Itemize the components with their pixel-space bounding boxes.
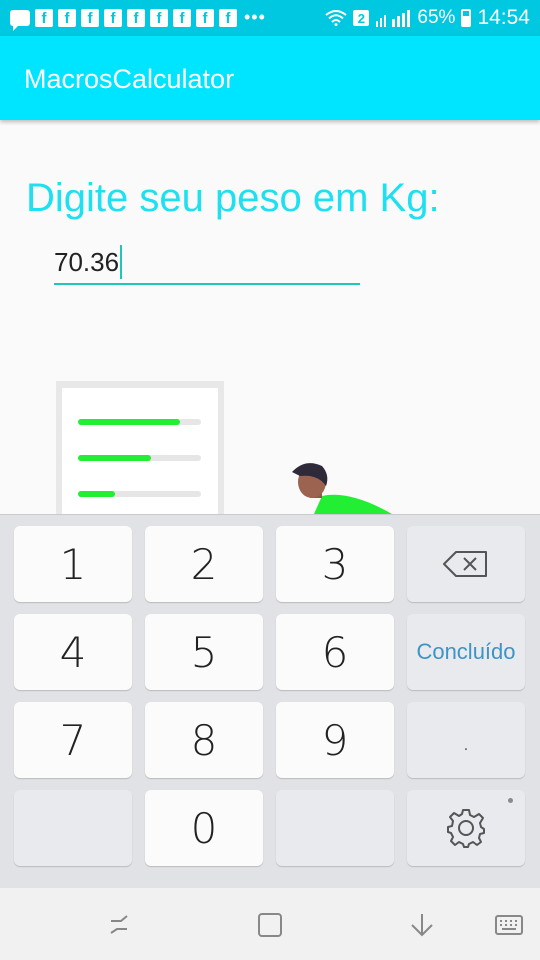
recent-apps-icon[interactable] <box>105 912 135 938</box>
clock: 14:54 <box>477 6 530 29</box>
empty-key-right <box>276 790 394 866</box>
illustration <box>0 300 540 514</box>
system-icons: 2 65% 14:54 <box>325 6 530 30</box>
numeric-keyboard: 1 2 3 4 5 6 Concluído 7 8 9 . 0 <box>0 514 540 889</box>
key-1[interactable]: 1 <box>14 526 132 602</box>
key-2[interactable]: 2 <box>145 526 263 602</box>
key-5[interactable]: 5 <box>145 614 263 690</box>
facebook-icon: f <box>173 8 191 27</box>
weight-prompt-label: Digite seu peso em Kg: <box>26 176 440 220</box>
text-cursor <box>120 245 123 279</box>
battery-percentage: 65% <box>417 7 456 28</box>
decimal-point-key[interactable]: . <box>407 702 525 778</box>
app-bar: MacrosCalculator <box>0 36 540 120</box>
keyboard-settings-key[interactable] <box>407 790 525 866</box>
key-9[interactable]: 9 <box>276 702 394 778</box>
weight-input-value: 70.36 <box>54 247 120 277</box>
sim-icon: 2 <box>353 10 370 26</box>
key-7[interactable]: 7 <box>14 702 132 778</box>
key-3[interactable]: 3 <box>276 526 394 602</box>
done-key[interactable]: Concluído <box>407 614 525 690</box>
navigation-bar <box>0 888 540 960</box>
facebook-icon: f <box>150 8 168 27</box>
facebook-icon: f <box>219 8 237 27</box>
app-title: MacrosCalculator <box>24 64 235 94</box>
status-bar: f f f f f f f f f ••• 2 65% 14:54 <box>0 0 540 36</box>
backspace-key[interactable] <box>407 526 525 602</box>
keyboard-icon[interactable] <box>494 912 524 938</box>
indicator-dot <box>508 798 513 803</box>
facebook-icon: f <box>196 8 214 27</box>
facebook-icon: f <box>58 8 76 27</box>
facebook-icon: f <box>35 8 53 27</box>
back-icon[interactable] <box>407 912 437 938</box>
facebook-icon: f <box>127 8 145 27</box>
facebook-icon: f <box>104 8 122 27</box>
checklist-person-illustration <box>56 381 392 514</box>
home-icon[interactable] <box>256 912 286 938</box>
facebook-icon: f <box>81 8 99 27</box>
empty-key-left <box>14 790 132 866</box>
notification-icons: f f f f f f f f f ••• <box>10 7 266 31</box>
message-icon <box>10 9 30 31</box>
key-6[interactable]: 6 <box>276 614 394 690</box>
signal-icon <box>376 10 411 27</box>
key-4[interactable]: 4 <box>14 614 132 690</box>
wifi-icon <box>325 10 348 26</box>
weight-input[interactable]: 70.36 <box>54 245 360 285</box>
backspace-icon <box>443 551 487 577</box>
more-notifications-icon: ••• <box>244 7 266 27</box>
key-0[interactable]: 0 <box>145 790 263 866</box>
battery-icon <box>461 9 472 27</box>
gear-icon <box>447 809 485 848</box>
key-8[interactable]: 8 <box>145 702 263 778</box>
